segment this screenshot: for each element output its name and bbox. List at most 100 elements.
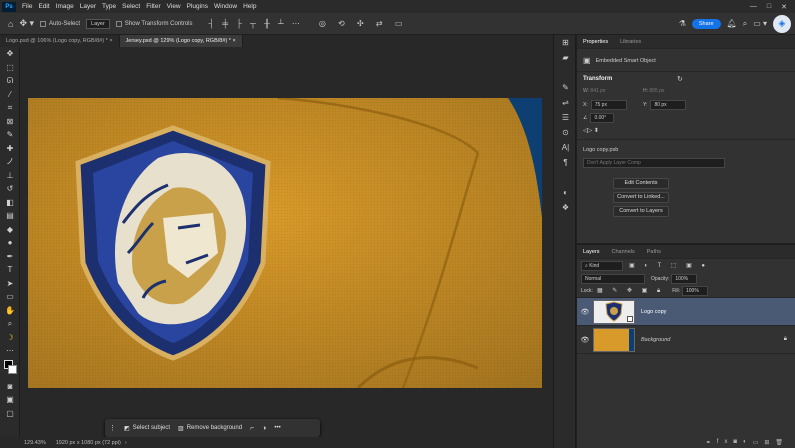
select-subject-button[interactable]: ◩ Select subject [124,425,170,432]
y-field[interactable]: 80 px [650,100,687,110]
flask-icon[interactable]: ⚗ [679,19,686,28]
tab-libraries[interactable]: Libraries [614,39,647,45]
fill-field[interactable]: 100% [682,286,708,296]
menu-window[interactable]: Window [211,3,240,10]
maximize-icon[interactable]: □ [767,3,771,10]
comments-panel-icon[interactable]: ▰ [554,50,577,65]
tab-layers[interactable]: Layers [577,249,606,255]
patterns-panel-icon[interactable]: ❖ [554,200,577,215]
object-selection-tool-icon[interactable]: ⁄ [0,88,20,102]
marquee-tool-icon[interactable]: ⬚ [0,61,20,75]
gradient-tool-icon[interactable]: ▤ [0,209,20,223]
blur-tool-icon[interactable]: ◆ [0,223,20,237]
menu-file[interactable]: File [19,3,35,10]
new-layer-icon[interactable]: ⊞ [764,439,775,446]
visibility-eye-icon[interactable]: 👁︎ [577,336,593,344]
layer-row-background[interactable]: 👁︎ Background 🔒︎ [577,326,795,354]
menu-edit[interactable]: Edit [35,3,52,10]
menu-layer[interactable]: Layer [77,3,99,10]
navigator-panel-icon[interactable]: ⊙ [554,125,577,140]
frame-tool-icon[interactable]: ⊠ [0,115,20,129]
history-brush-tool-icon[interactable]: ↺ [0,182,20,196]
character-panel-icon[interactable]: A| [554,140,577,155]
brush-tool-icon[interactable]: ノ [0,155,20,169]
history-panel-icon[interactable]: ⊞ [554,35,577,50]
menu-plugins[interactable]: Plugins [184,3,211,10]
menu-type[interactable]: Type [99,3,119,10]
layer-comp-select[interactable]: Don't Apply Layer Comp [583,158,725,168]
tab-close-icon[interactable]: × [109,38,112,44]
adjustments-panel-icon[interactable]: ⇌ [554,95,577,110]
eyedropper-tool-icon[interactable]: ✎ [0,128,20,142]
add-mask-icon[interactable]: ◙ [733,439,743,445]
move-tool-icon[interactable]: ✥ ▾ [19,18,34,29]
delete-layer-icon[interactable]: 🗑︎ [775,439,789,446]
edit-toolbar-icon[interactable]: ▢ [0,407,20,421]
mask-icon[interactable]: ⌐ [250,425,254,432]
more-tools-icon[interactable]: ⋯ [0,344,20,358]
shapes-panel-icon[interactable]: ◐ [554,185,577,200]
adjustment-layer-icon[interactable]: ◐ [743,439,753,445]
banana-icon[interactable]: ☽ [0,331,20,345]
visibility-eye-icon[interactable]: 👁︎ [577,308,593,316]
more-options-button[interactable]: ••• [274,425,280,431]
search-icon[interactable]: ⌕ [743,19,747,29]
rectangle-tool-icon[interactable]: ▭ [0,290,20,304]
convert-to-layers-button[interactable]: Convert to Layers [613,206,669,217]
workspace-icon[interactable]: ▭ ▾ [753,19,767,28]
paragraph-panel-icon[interactable]: ¶ [554,155,577,170]
clone-stamp-tool-icon[interactable]: ⊥ [0,169,20,183]
3d-mode-icons[interactable]: ◎ ⟲ ✣ ⇄ ▭ [319,19,408,28]
layer-row-logo-copy[interactable]: 👁︎ Logo copy [577,298,795,326]
menu-filter[interactable]: Filter [143,3,163,10]
tab-logo-psd[interactable]: Logo.psd @ 106% (Logo copy, RGB/8#) * × [0,35,120,47]
lock-icons[interactable]: ▦ ✎ ✥ ▣ 🔒︎ [597,287,664,295]
drag-handle-icon[interactable]: ⋮ [109,424,116,432]
notifications-icon[interactable]: 🔔︎ [727,19,737,28]
pen-tool-icon[interactable]: ✒ [0,250,20,264]
menu-select[interactable]: Select [119,3,143,10]
adjust-icon[interactable]: ◑ [262,425,266,432]
x-field[interactable]: 75 px [590,100,627,110]
path-selection-tool-icon[interactable]: ➤ [0,277,20,291]
edit-contents-button[interactable]: Edit Contents [613,178,669,189]
generative-icon[interactable]: ◈ [773,14,791,33]
tab-channels[interactable]: Channels [606,249,641,255]
layer-dropdown[interactable]: Layer [86,18,110,29]
menu-help[interactable]: Help [240,3,259,10]
menu-view[interactable]: View [164,3,184,10]
angle-field[interactable]: 0.00° [590,113,615,123]
opacity-field[interactable]: 100% [671,273,698,284]
quick-mask-icon[interactable]: ◙ [0,380,20,394]
dodge-tool-icon[interactable]: ● [0,236,20,250]
convert-to-linked-button[interactable]: Convert to Linked... [613,192,669,203]
blend-mode-select[interactable]: Normal [581,273,645,284]
tab-paths[interactable]: Paths [641,249,667,255]
zoom-tool-icon[interactable]: ⌕ [0,317,20,331]
tab-properties[interactable]: Properties [577,39,614,45]
tab-jersey-psd[interactable]: Jersey.psd @ 129% (Logo copy, RGB/8#) * … [119,35,243,47]
properties-panel-icon[interactable]: ☰ [554,110,577,125]
chevron-right-icon[interactable]: › [125,440,127,446]
screen-mode-icon[interactable]: ▣ [0,393,20,407]
eraser-tool-icon[interactable]: ◧ [0,196,20,210]
color-swatches[interactable] [0,358,20,380]
close-icon[interactable]: ✕ [781,3,787,11]
layer-filter-kind[interactable]: ⌕ Kind [581,260,623,271]
hand-tool-icon[interactable]: ✋ [0,304,20,318]
flip-icons[interactable]: ◁▷ ⬍ [583,127,599,134]
move-tool-icon[interactable]: ✥ [0,47,20,61]
type-tool-icon[interactable]: T [0,263,20,277]
background-color-swatch[interactable] [8,364,17,374]
minimize-icon[interactable]: — [750,3,757,10]
menu-image[interactable]: Image [53,3,77,10]
align-icons[interactable]: ┤ ╪ ├ ┬ ╫ ┴ ⋯ [209,19,303,28]
layer-filter-icons[interactable]: ▣ ◐ T ⬚ ▣ ● [629,262,709,269]
auto-select-checkbox[interactable]: Auto-Select [40,20,80,27]
remove-background-button[interactable]: ▨ Remove background [178,425,242,432]
fx-icon[interactable]: fx [717,439,734,445]
reset-transform-icon[interactable]: ↻ [677,75,683,83]
link-layers-icon[interactable]: ⚭ [706,439,717,446]
document-canvas[interactable] [28,98,542,388]
share-button[interactable]: Share [691,18,721,29]
